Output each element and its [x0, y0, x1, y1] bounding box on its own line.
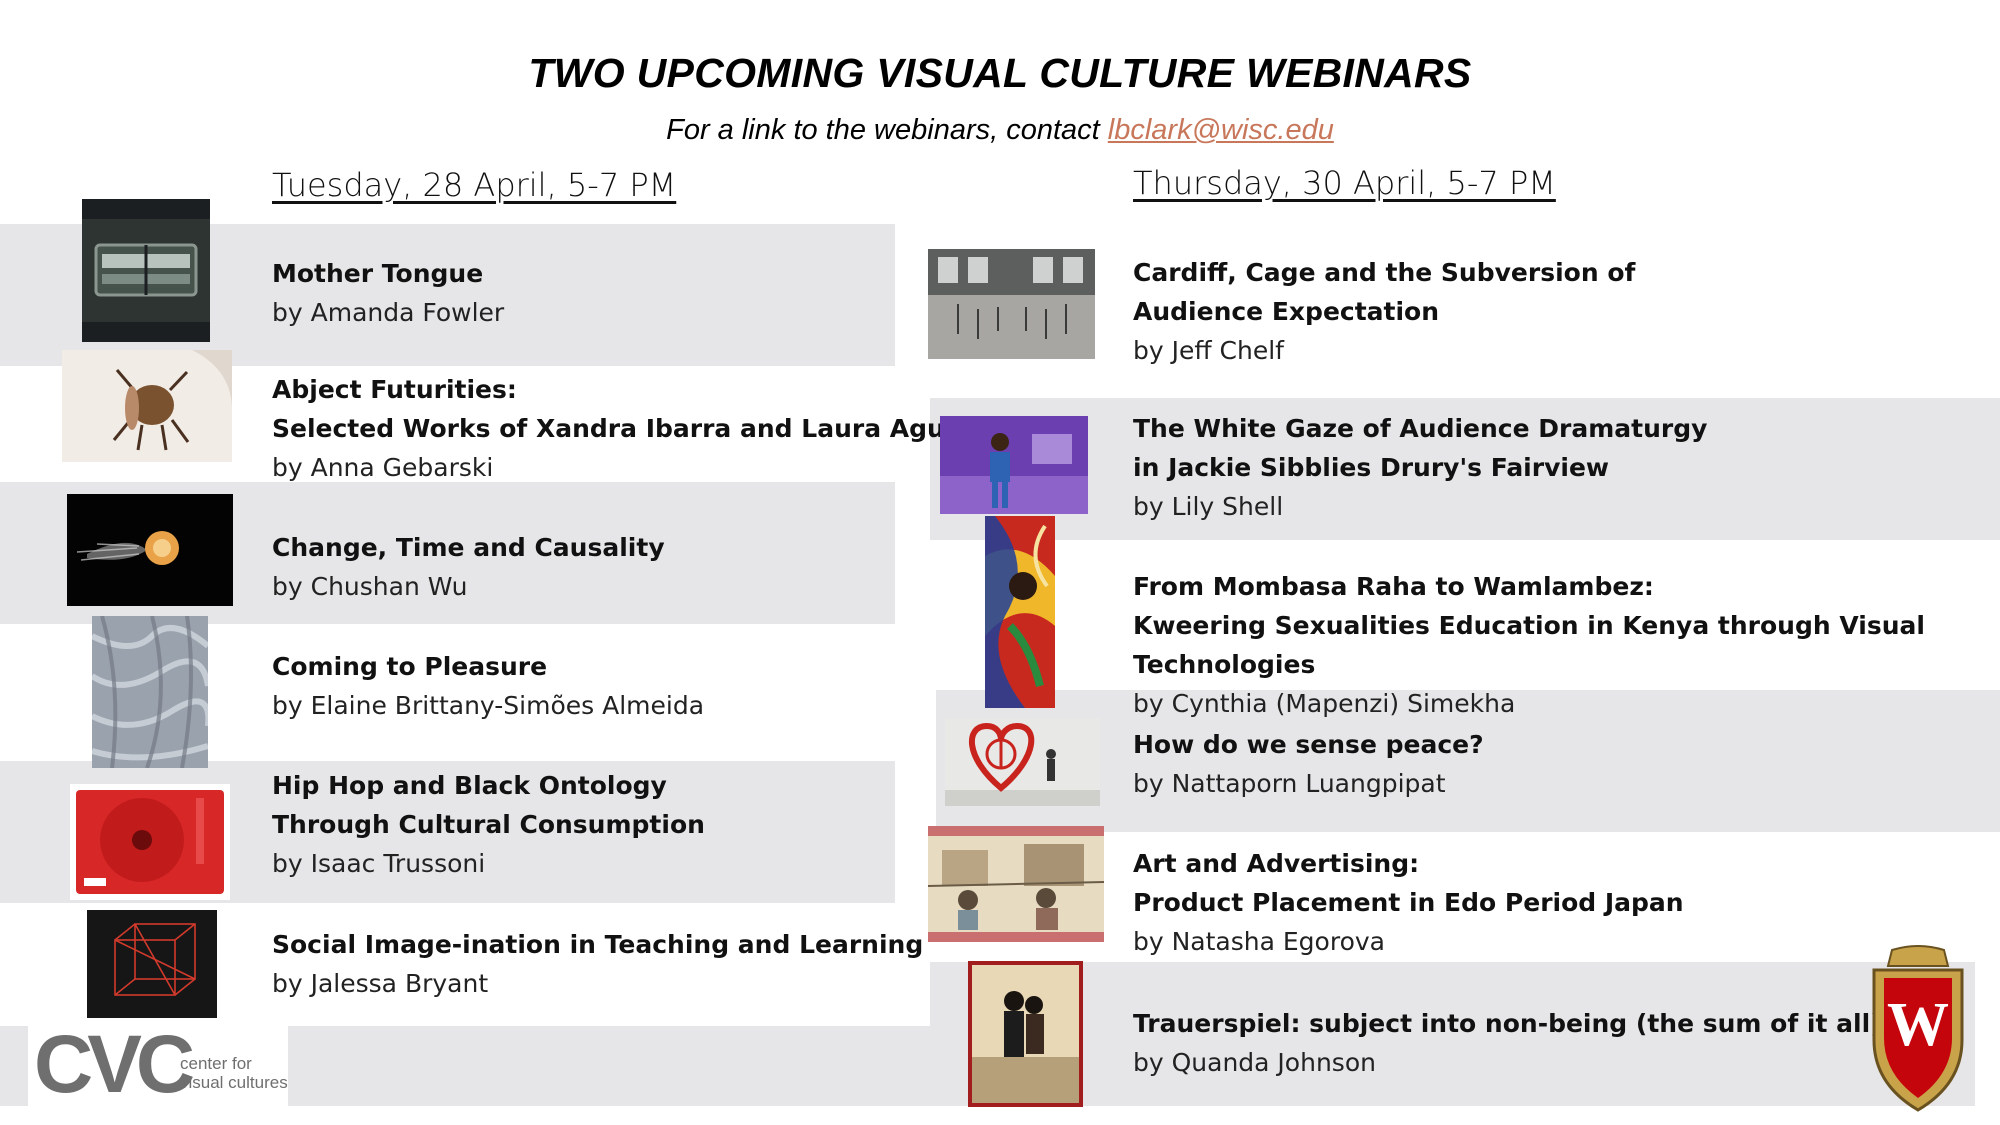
- talk-author: by Lily Shell: [1133, 492, 1284, 521]
- talk-art-advertising: Art and Advertising: Product Placement i…: [1133, 844, 1684, 961]
- talk-title-line2: Selected Works of Xandra Ibarra and Laur…: [272, 414, 992, 443]
- talk-title: The White Gaze of Audience Dramaturgy: [1133, 414, 1708, 443]
- contact-line: For a link to the webinars, contact lbcl…: [0, 114, 2000, 147]
- talk-author: by Quanda Johnson: [1133, 1048, 1376, 1077]
- thumb-cardiff-cage: [928, 249, 1095, 359]
- talk-title: Trauerspiel: subject into non-being (the…: [1133, 1009, 1882, 1038]
- talk-author: by Chushan Wu: [272, 572, 468, 601]
- talk-change-time: Change, Time and Causality by Chushan Wu: [272, 528, 665, 606]
- talk-title-line2: Through Cultural Consumption: [272, 810, 705, 839]
- thumb-abject-futurities: [62, 350, 232, 462]
- thumb-hip-hop: [70, 784, 230, 900]
- talk-author: by Nattaporn Luangpipat: [1133, 769, 1446, 798]
- talk-mombasa-raha: From Mombasa Raha to Wamlambez: Kweering…: [1133, 567, 2000, 723]
- talk-title: Art and Advertising:: [1133, 849, 1420, 878]
- talk-title-line2: Audience Expectation: [1133, 297, 1440, 326]
- contact-email-link[interactable]: lbclark@wisc.edu: [1108, 114, 1334, 146]
- page-title: TWO UPCOMING VISUAL CULTURE WEBINARS: [528, 50, 1472, 96]
- talk-author: by Elaine Brittany-Simões Almeida: [272, 691, 705, 720]
- talk-author: by Natasha Egorova: [1133, 927, 1385, 956]
- talk-title: Coming to Pleasure: [272, 652, 548, 681]
- talk-hip-hop: Hip Hop and Black Ontology Through Cultu…: [272, 766, 705, 883]
- talk-title-line2: in Jackie Sibblies Drury's Fairview: [1133, 453, 1610, 482]
- thumb-sense-peace: [945, 718, 1100, 806]
- thumb-mombasa-raha: [985, 516, 1055, 708]
- crest-letter: W: [1887, 991, 1949, 1059]
- talk-white-gaze: The White Gaze of Audience Dramaturgy in…: [1133, 409, 1707, 526]
- talk-author: by Amanda Fowler: [272, 298, 505, 327]
- talk-title: Mother Tongue: [272, 259, 484, 288]
- talk-title: Abject Futurities:: [272, 375, 517, 404]
- talk-title: Change, Time and Causality: [272, 533, 665, 562]
- cvc-line1: center for: [180, 1054, 252, 1073]
- talk-title: Hip Hop and Black Ontology: [272, 771, 667, 800]
- talk-author: by Anna Gebarski: [272, 453, 494, 482]
- talk-author: by Jeff Chelf: [1133, 336, 1284, 365]
- thumb-art-advertising: [928, 826, 1104, 942]
- uw-crest-logo: W: [1862, 944, 1974, 1114]
- thumb-social-imageination: [87, 910, 217, 1018]
- talk-abject-futurities: Abject Futurities: Selected Works of Xan…: [272, 370, 991, 487]
- thumb-trauerspiel: [968, 961, 1083, 1107]
- talk-title: Social Image-ination in Teaching and Lea…: [272, 930, 924, 959]
- talk-author: by Jalessa Bryant: [272, 969, 489, 998]
- thursday-heading: Thursday, 30 April, 5-7 PM: [1133, 164, 1556, 202]
- tuesday-heading: Tuesday, 28 April, 5-7 PM: [272, 166, 677, 204]
- talk-trauerspiel: Trauerspiel: subject into non-being (the…: [1133, 1004, 1882, 1082]
- talk-cardiff-cage: Cardiff, Cage and the Subversion of Audi…: [1133, 253, 1635, 370]
- talk-title-line2: Kweering Sexualities Education in Kenya …: [1133, 611, 1925, 679]
- talk-title: From Mombasa Raha to Wamlambez:: [1133, 572, 1654, 601]
- talk-coming-to-pleasure: Coming to Pleasure by Elaine Brittany-Si…: [272, 647, 704, 725]
- thumb-change-time: [67, 494, 233, 606]
- cvc-logo: CVC center for visual cultures: [28, 1020, 288, 1110]
- cvc-line2: visual cultures: [180, 1073, 288, 1092]
- thumb-mother-tongue: [82, 199, 210, 342]
- cvc-letters: CVC: [34, 1019, 195, 1110]
- talk-mother-tongue: Mother Tongue by Amanda Fowler: [272, 254, 504, 332]
- thumb-white-gaze: [940, 416, 1088, 514]
- talk-author: by Isaac Trussoni: [272, 849, 486, 878]
- talk-author: by Cynthia (Mapenzi) Simekha: [1133, 689, 1516, 718]
- talk-social-imageination: Social Image-ination in Teaching and Lea…: [272, 925, 923, 1003]
- talk-title: How do we sense peace?: [1133, 730, 1484, 759]
- talk-title-line2: Product Placement in Edo Period Japan: [1133, 888, 1684, 917]
- talk-sense-peace: How do we sense peace? by Nattaporn Luan…: [1133, 725, 1484, 803]
- talk-title: Cardiff, Cage and the Subversion of: [1133, 258, 1636, 287]
- contact-prefix: For a link to the webinars, contact: [666, 114, 1108, 146]
- thumb-coming-to-pleasure: [92, 616, 208, 768]
